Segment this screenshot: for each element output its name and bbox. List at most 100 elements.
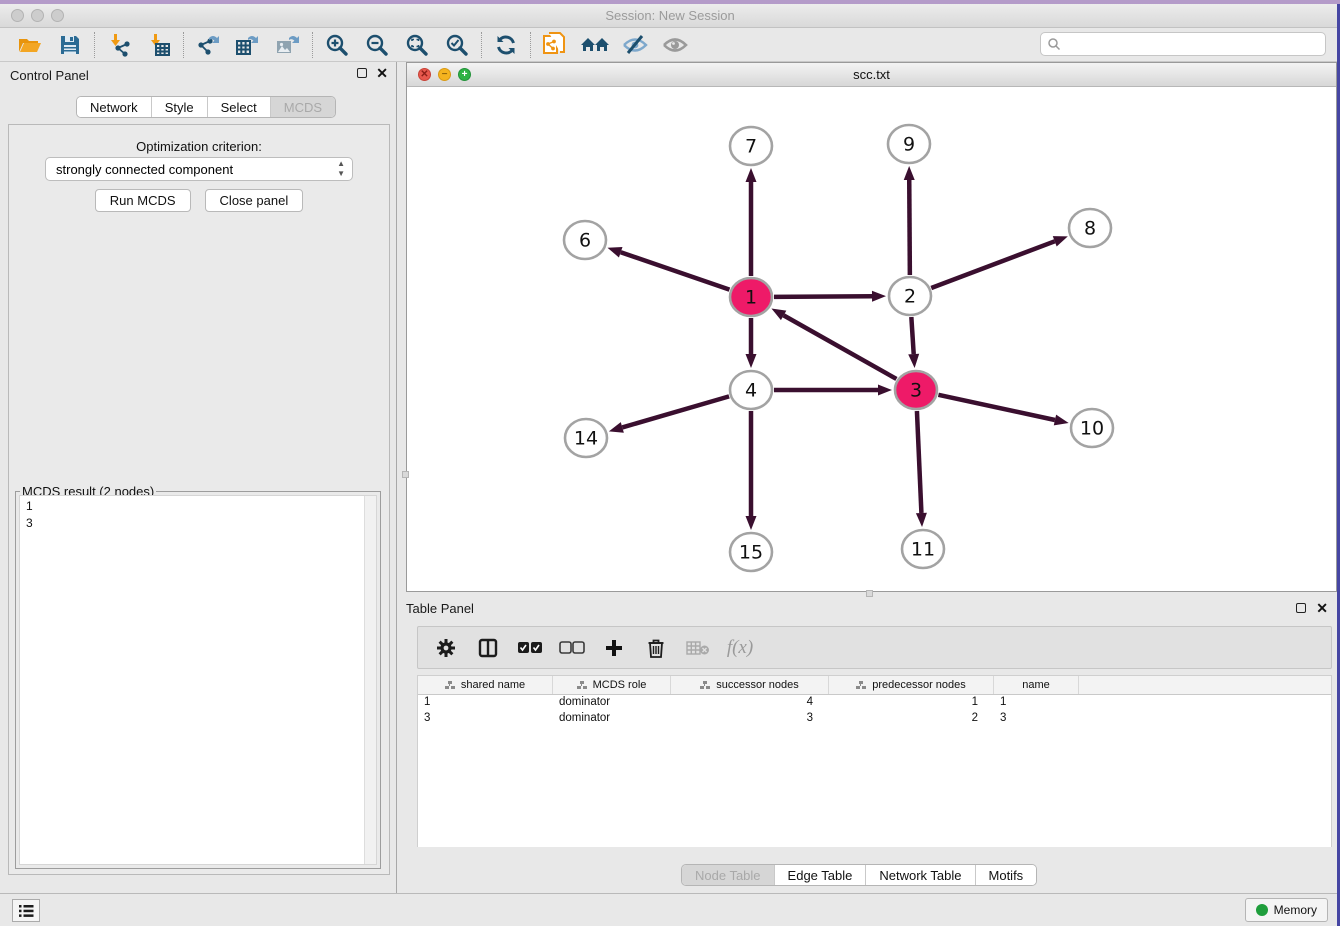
trash-icon xyxy=(647,638,665,658)
split-divider-grip[interactable] xyxy=(402,471,409,478)
tab-network[interactable]: Network xyxy=(77,97,151,117)
graph-edge-3-11[interactable] xyxy=(916,411,927,527)
network-canvas[interactable]: 7 9 6 8 1 2 4 3 14 10 15 11 xyxy=(407,87,1336,591)
table-cell[interactable]: 4 xyxy=(671,695,829,711)
graph-node-6[interactable]: 6 xyxy=(564,221,606,259)
column-header-successor-nodes[interactable]: successor nodes xyxy=(671,676,829,694)
graph-node-14[interactable]: 14 xyxy=(565,419,607,457)
show-all-button[interactable] xyxy=(655,30,695,60)
export-table-button[interactable] xyxy=(228,30,268,60)
memory-button[interactable]: Memory xyxy=(1245,898,1328,922)
optimization-criterion-label: Optimization criterion: xyxy=(9,139,389,154)
open-session-button[interactable] xyxy=(10,30,50,60)
run-mcds-button[interactable]: Run MCDS xyxy=(95,189,191,212)
search-field[interactable] xyxy=(1040,32,1326,56)
graph-node-15[interactable]: 15 xyxy=(730,533,772,571)
function-builder-button[interactable]: f(x) xyxy=(722,633,758,663)
zoom-fit-button[interactable] xyxy=(397,30,437,60)
deselect-all-columns-button[interactable] xyxy=(554,633,590,663)
gear-icon xyxy=(436,638,456,658)
graph-node-9[interactable]: 9 xyxy=(888,125,930,163)
graph-edge-2-8[interactable] xyxy=(931,236,1068,288)
graph-node-label: 2 xyxy=(904,286,916,308)
task-history-button[interactable] xyxy=(12,899,40,922)
graph-edge-1-7[interactable] xyxy=(746,168,757,276)
graph-edge-2-3[interactable] xyxy=(908,317,919,368)
graph-edge-3-1[interactable] xyxy=(771,309,896,379)
table-row[interactable]: 1dominator411 xyxy=(418,695,1331,711)
export-network-button[interactable] xyxy=(188,30,228,60)
column-header-shared-name[interactable]: shared name xyxy=(418,676,553,694)
clone-network-icon xyxy=(541,31,569,59)
zoom-out-button[interactable] xyxy=(357,30,397,60)
graph-node-10[interactable]: 10 xyxy=(1071,409,1113,447)
split-divider-grip[interactable] xyxy=(866,590,873,597)
zoom-selected-button[interactable] xyxy=(437,30,477,60)
delete-table-button[interactable] xyxy=(680,633,716,663)
hide-selected-button[interactable] xyxy=(615,30,655,60)
control-panel-close-icon[interactable]: ✕ xyxy=(376,67,388,79)
tab-mcds[interactable]: MCDS xyxy=(270,97,335,117)
criterion-dropdown[interactable]: strongly connected component ▲▼ xyxy=(45,157,353,181)
delete-column-button[interactable] xyxy=(638,633,674,663)
graph-edge-1-4[interactable] xyxy=(746,318,757,368)
graph-node-11[interactable]: 11 xyxy=(902,530,944,568)
import-network-button[interactable] xyxy=(99,30,139,60)
tab-style[interactable]: Style xyxy=(151,97,207,117)
graph-edge-1-2[interactable] xyxy=(774,291,886,302)
table-cell[interactable]: 1 xyxy=(418,695,553,711)
tab-node-table[interactable]: Node Table xyxy=(682,865,774,885)
graph-node-3[interactable]: 3 xyxy=(895,371,937,409)
result-scrollbar[interactable] xyxy=(364,496,376,864)
search-input[interactable] xyxy=(1061,34,1325,54)
graph-edge-1-6[interactable] xyxy=(607,247,729,290)
table-cell[interactable]: 1 xyxy=(994,695,1079,711)
column-label: shared name xyxy=(461,679,525,691)
table-panel-close-icon[interactable]: ✕ xyxy=(1316,602,1328,614)
tab-edge-table[interactable]: Edge Table xyxy=(774,865,866,885)
apply-layout-button[interactable] xyxy=(486,30,526,60)
graph-node-8[interactable]: 8 xyxy=(1069,209,1111,247)
table-cell[interactable]: 2 xyxy=(829,711,994,727)
column-header-mcds-role[interactable]: MCDS role xyxy=(553,676,671,694)
table-cell[interactable]: 3 xyxy=(418,711,553,727)
table-cell[interactable]: 1 xyxy=(829,695,994,711)
workspace-area: ✕ − + scc.txt 7968124314101511 Table Pan… xyxy=(398,62,1340,893)
clone-network-button[interactable] xyxy=(535,30,575,60)
create-column-button[interactable] xyxy=(596,633,632,663)
graph-edge-4-15[interactable] xyxy=(746,411,757,530)
zoom-in-button[interactable] xyxy=(317,30,357,60)
table-cell[interactable]: dominator xyxy=(553,711,671,727)
toggle-column-panel-button[interactable] xyxy=(470,633,506,663)
save-session-button[interactable] xyxy=(50,30,90,60)
graph-edge-3-10[interactable] xyxy=(938,395,1068,426)
close-panel-button[interactable]: Close panel xyxy=(205,189,304,212)
table-cell[interactable]: 3 xyxy=(671,711,829,727)
memory-label: Memory xyxy=(1274,903,1317,917)
tab-select[interactable]: Select xyxy=(207,97,270,117)
graph-node-2[interactable]: 2 xyxy=(889,277,931,315)
import-table-button[interactable] xyxy=(139,30,179,60)
graph-edge-2-9[interactable] xyxy=(904,166,915,275)
control-panel-float-icon[interactable] xyxy=(357,68,367,78)
table-row[interactable]: 3dominator323 xyxy=(418,711,1331,727)
mcds-result-area[interactable]: 1 3 xyxy=(19,495,377,865)
zoom-fit-icon xyxy=(404,32,430,58)
table-settings-button[interactable] xyxy=(428,633,464,663)
table-panel-float-icon[interactable] xyxy=(1296,603,1306,613)
column-header-predecessor-nodes[interactable]: predecessor nodes xyxy=(829,676,994,694)
first-neighbors-button[interactable] xyxy=(575,30,615,60)
export-image-button[interactable] xyxy=(268,30,308,60)
column-header-name[interactable]: name xyxy=(994,676,1079,694)
graph-edge-4-14[interactable] xyxy=(609,396,729,432)
graph-node-1[interactable]: 1 xyxy=(730,278,772,316)
table-panel: Table Panel ✕ xyxy=(398,595,1340,893)
tab-network-table[interactable]: Network Table xyxy=(865,865,974,885)
select-all-columns-button[interactable] xyxy=(512,633,548,663)
tab-motifs[interactable]: Motifs xyxy=(975,865,1037,885)
graph-node-7[interactable]: 7 xyxy=(730,127,772,165)
graph-node-4[interactable]: 4 xyxy=(730,371,772,409)
graph-edge-4-3[interactable] xyxy=(774,385,892,396)
table-cell[interactable]: dominator xyxy=(553,695,671,711)
table-cell[interactable]: 3 xyxy=(994,711,1079,727)
